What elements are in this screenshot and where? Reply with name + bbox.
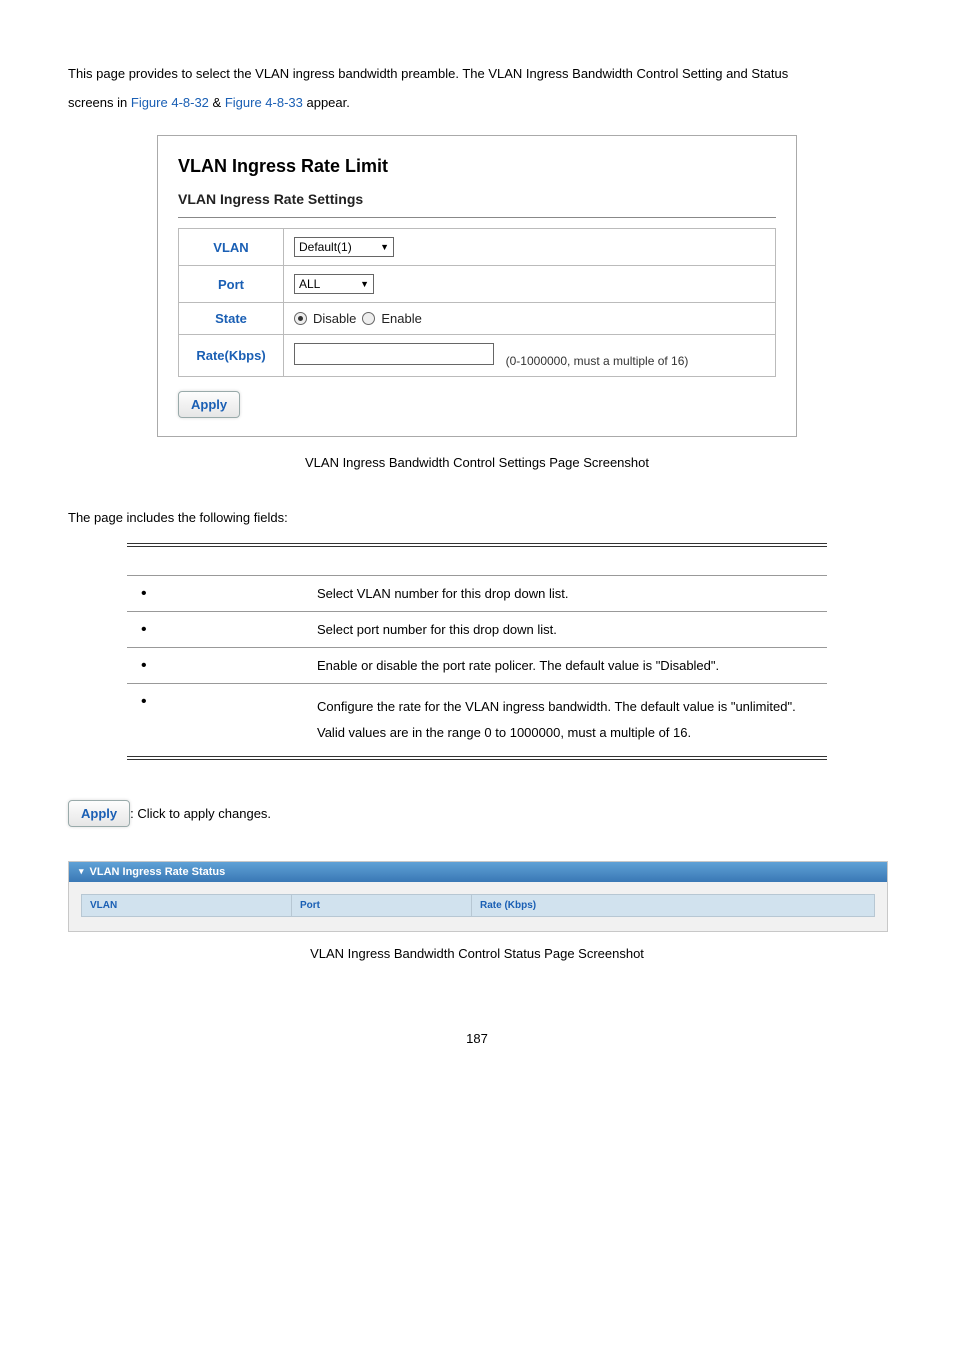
field-desc-1: Select port number for this drop down li… <box>307 611 827 647</box>
page-number: 187 <box>68 1031 886 1046</box>
chevron-down-icon: ▼ <box>360 279 369 289</box>
rate-hint: (0-1000000, must a multiple of 16) <box>506 354 689 368</box>
apply-note-text: : Click to apply changes. <box>130 806 271 821</box>
figure-link-2[interactable]: Figure 4-8-33 <box>225 95 303 110</box>
settings-table: VLAN Default(1) ▼ Port ALL ▼ <box>178 228 776 377</box>
state-enable-label: Enable <box>381 311 421 326</box>
screenshot-subtitle: VLAN Ingress Rate Settings <box>178 191 776 218</box>
field-desc-0: Select VLAN number for this drop down li… <box>307 575 827 611</box>
rate-input[interactable] <box>294 343 494 365</box>
state-label: State <box>179 303 284 335</box>
status-table: VLAN Port Rate (Kbps) <box>81 894 875 917</box>
field-row-bullet: • <box>127 683 307 758</box>
chevron-down-icon: ▼ <box>380 242 389 252</box>
state-enable-radio[interactable] <box>362 312 375 325</box>
field-row-bullet: • <box>127 611 307 647</box>
intro-text-2a: screens in <box>68 95 131 110</box>
field-row-bullet: • <box>127 647 307 683</box>
state-disable-label: Disable <box>313 311 356 326</box>
status-titlebar[interactable]: ▾ VLAN Ingress Rate Status <box>69 862 887 882</box>
rate-label: Rate(Kbps) <box>179 335 284 377</box>
intro-paragraph: This page provides to select the VLAN in… <box>68 60 886 117</box>
port-select-value: ALL <box>299 277 320 291</box>
field-desc-2: Enable or disable the port rate policer.… <box>307 647 827 683</box>
caption-1: VLAN Ingress Bandwidth Control Settings … <box>68 455 886 470</box>
intro-text-1: This page provides to select the VLAN in… <box>68 66 788 81</box>
vlan-select[interactable]: Default(1) ▼ <box>294 237 394 257</box>
intro-text-2b: appear. <box>303 95 350 110</box>
port-select[interactable]: ALL ▼ <box>294 274 374 294</box>
state-disable-radio[interactable] <box>294 312 307 325</box>
vlan-select-value: Default(1) <box>299 240 352 254</box>
status-col-vlan: VLAN <box>82 894 292 916</box>
caption-2: VLAN Ingress Bandwidth Control Status Pa… <box>68 946 886 961</box>
fields-intro: The page includes the following fields: <box>68 510 886 525</box>
status-screenshot: ▾ VLAN Ingress Rate Status VLAN Port Rat… <box>68 861 888 932</box>
chevron-down-icon: ▾ <box>79 866 84 877</box>
settings-screenshot: VLAN Ingress Rate Limit VLAN Ingress Rat… <box>157 135 797 437</box>
status-col-rate: Rate (Kbps) <box>472 894 875 916</box>
screenshot-main-title: VLAN Ingress Rate Limit <box>178 156 776 177</box>
apply-note-row: Apply : Click to apply changes. <box>68 800 886 827</box>
fields-table: • Select VLAN number for this drop down … <box>127 543 827 760</box>
figure-link-1[interactable]: Figure 4-8-32 <box>131 95 209 110</box>
intro-amp: & <box>209 95 225 110</box>
status-bar-label: VLAN Ingress Rate Status <box>90 866 226 878</box>
field-desc-3: Configure the rate for the VLAN ingress … <box>307 683 827 758</box>
vlan-label: VLAN <box>179 229 284 266</box>
port-label: Port <box>179 266 284 303</box>
status-col-port: Port <box>292 894 472 916</box>
apply-button-screenshot[interactable]: Apply <box>178 391 240 418</box>
apply-button-inline[interactable]: Apply <box>68 800 130 827</box>
field-row-bullet: • <box>127 575 307 611</box>
